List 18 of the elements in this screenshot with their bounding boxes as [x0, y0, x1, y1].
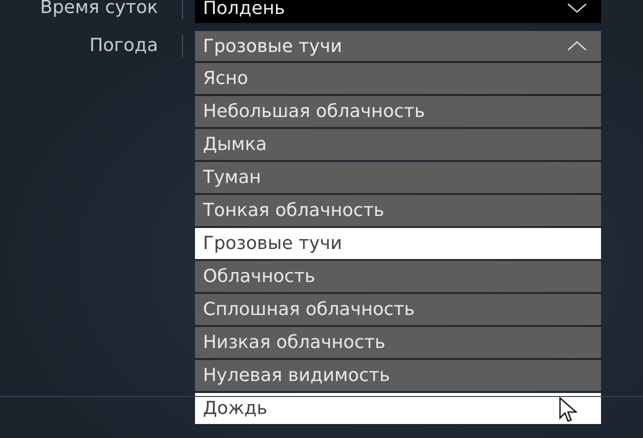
chevron-down-icon: [567, 3, 587, 13]
dropdown-option[interactable]: Ясно: [195, 63, 601, 94]
dropdown-option[interactable]: Облачность: [195, 261, 601, 292]
dropdown-option[interactable]: Дождь: [195, 393, 601, 424]
chevron-up-icon: [567, 41, 587, 51]
dropdown[interactable]: Грозовые тучи: [195, 31, 601, 61]
dropdown-option[interactable]: Туман: [195, 162, 601, 193]
dropdown-option[interactable]: Грозовые тучи: [195, 228, 601, 259]
field-label: Время суток: [39, 0, 158, 20]
dropdown-option[interactable]: Сплошная облачность: [195, 294, 601, 325]
dropdown[interactable]: Полдень: [195, 0, 601, 23]
dropdown-option[interactable]: Нулевая видимость: [195, 360, 601, 391]
mouse-cursor-icon: [559, 397, 579, 423]
field-label: Погода: [88, 34, 158, 58]
dropdown-option[interactable]: Тонкая облачность: [195, 195, 601, 226]
dropdown-option[interactable]: Дымка: [195, 129, 601, 160]
dropdown-option[interactable]: Низкая облачность: [195, 327, 601, 358]
dropdown-option[interactable]: Небольшая облачность: [195, 96, 601, 127]
